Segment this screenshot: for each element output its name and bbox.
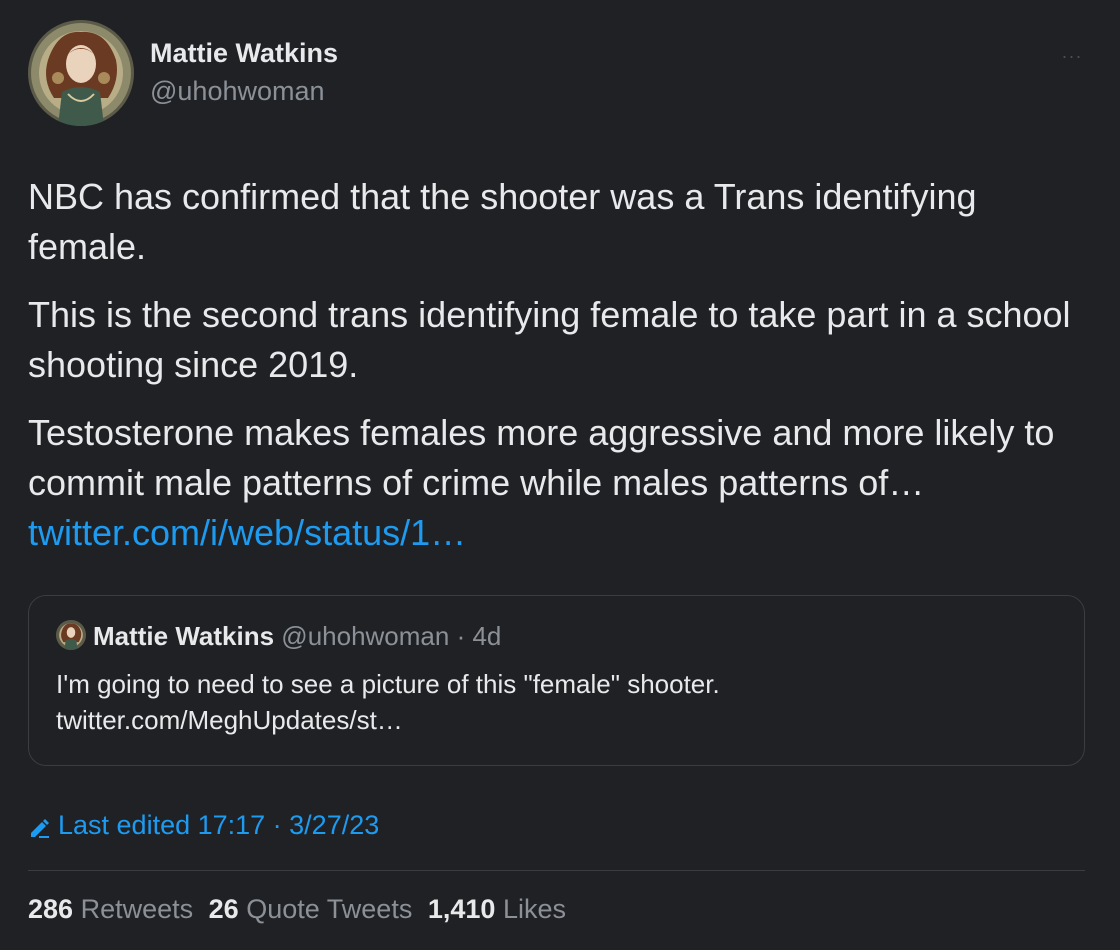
quote-tweets-label: Quote Tweets [246,894,413,924]
engagement-stats: 286 Retweets 26 Quote Tweets 1,410 Likes [28,894,574,925]
tweet-text: NBC has confirmed that the shooter was a… [28,172,1098,558]
author-handle[interactable]: @uhohwoman [150,76,325,107]
quote-author-handle[interactable]: @uhohwoman [281,621,449,651]
likes-stat[interactable]: 1,410 Likes [428,894,566,924]
likes-count: 1,410 [427,894,496,924]
quote-author-name[interactable]: Mattie Watkins [93,621,274,651]
quote-tweets-stat[interactable]: 26 Quote Tweets [209,894,413,924]
tweet-paragraph: Testosterone makes females more aggressi… [28,408,1098,558]
author-avatar[interactable] [28,20,134,126]
last-edited-label: Last edited 17:17 · 3/27/23 [58,810,380,840]
quote-timestamp[interactable]: · 4d [457,621,502,651]
retweets-label: Retweets [80,894,194,924]
quoted-tweet[interactable]: Mattie Watkins @uhohwoman · 4d I'm going… [28,595,1085,766]
quote-text: I'm going to need to see a picture of th… [56,669,720,735]
more-options-button[interactable]: ··· [1054,40,1090,72]
retweets-stat[interactable]: 286 Retweets [28,894,193,924]
tweet-link[interactable]: twitter.com/i/web/status/1… [28,512,466,553]
tweet-card: Mattie Watkins @uhohwoman ··· NBC has co… [0,0,1120,950]
divider [28,870,1085,871]
tweet-paragraph-text: Testosterone makes females more aggressi… [28,412,1055,503]
portrait-icon [28,20,134,126]
tweet-paragraph: This is the second trans identifying fem… [28,294,1071,385]
likes-label: Likes [502,894,566,924]
quote-author-avatar[interactable] [56,620,86,650]
tweet-paragraph: NBC has confirmed that the shooter was a… [28,176,977,267]
pencil-icon [31,818,49,838]
last-edited-link[interactable]: Last edited 17:17 · 3/27/23 [28,810,379,841]
retweets-count: 286 [28,894,74,924]
author-name[interactable]: Mattie Watkins [150,38,338,69]
quote-tweets-count: 26 [208,894,239,924]
more-horizontal-icon: ··· [1061,45,1083,66]
portrait-icon [56,620,86,650]
quote-header: Mattie Watkins @uhohwoman · 4d [93,620,501,652]
